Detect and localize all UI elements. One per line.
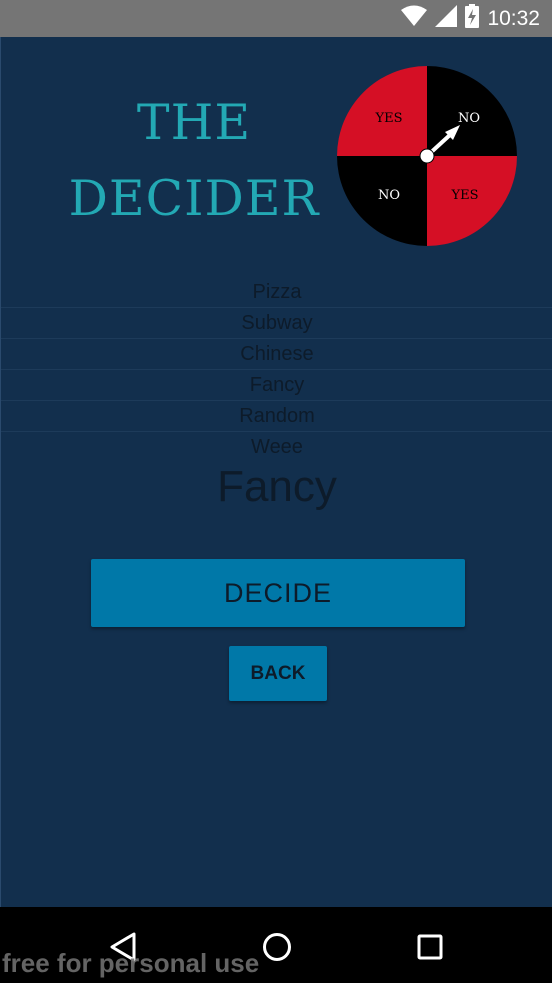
battery-charging-icon <box>465 4 480 33</box>
decide-button[interactable]: DECIDE <box>91 559 465 627</box>
option-item[interactable]: Subway <box>1 308 552 339</box>
signal-icon <box>435 5 458 32</box>
option-item[interactable]: Weee <box>1 432 552 462</box>
status-time: 10:32 <box>487 6 540 30</box>
recents-square-icon[interactable] <box>410 927 450 967</box>
option-item[interactable]: Pizza <box>1 277 552 308</box>
decision-wheel[interactable]: YES NO NO YES <box>336 65 518 247</box>
title-line-2: DECIDER <box>68 170 320 227</box>
option-item[interactable]: Random <box>1 401 552 432</box>
wifi-icon <box>401 5 428 32</box>
home-circle-icon[interactable] <box>257 927 297 967</box>
title-line-1: THE <box>136 94 252 151</box>
option-item[interactable]: Chinese <box>1 339 552 370</box>
option-item[interactable]: Fancy <box>1 370 552 401</box>
watermark: free for personal use <box>2 948 260 978</box>
wheel-label-no-bottom: NO <box>378 188 400 203</box>
app-title: THE DECIDER <box>63 85 325 237</box>
back-button[interactable]: BACK <box>229 646 327 701</box>
wheel-label-yes-top: YES <box>375 111 403 126</box>
wheel-label-yes-bottom: YES <box>451 188 479 203</box>
options-list: Pizza Subway Chinese Fancy Random Weee <box>1 277 552 462</box>
app-screen: THE DECIDER YES NO NO YES Pizza Subway C… <box>0 37 552 907</box>
status-icons: 10:32 <box>401 0 540 37</box>
wheel-label-no-top: NO <box>458 111 480 126</box>
selected-result: Fancy <box>217 462 337 511</box>
status-bar: 10:32 <box>0 0 552 37</box>
